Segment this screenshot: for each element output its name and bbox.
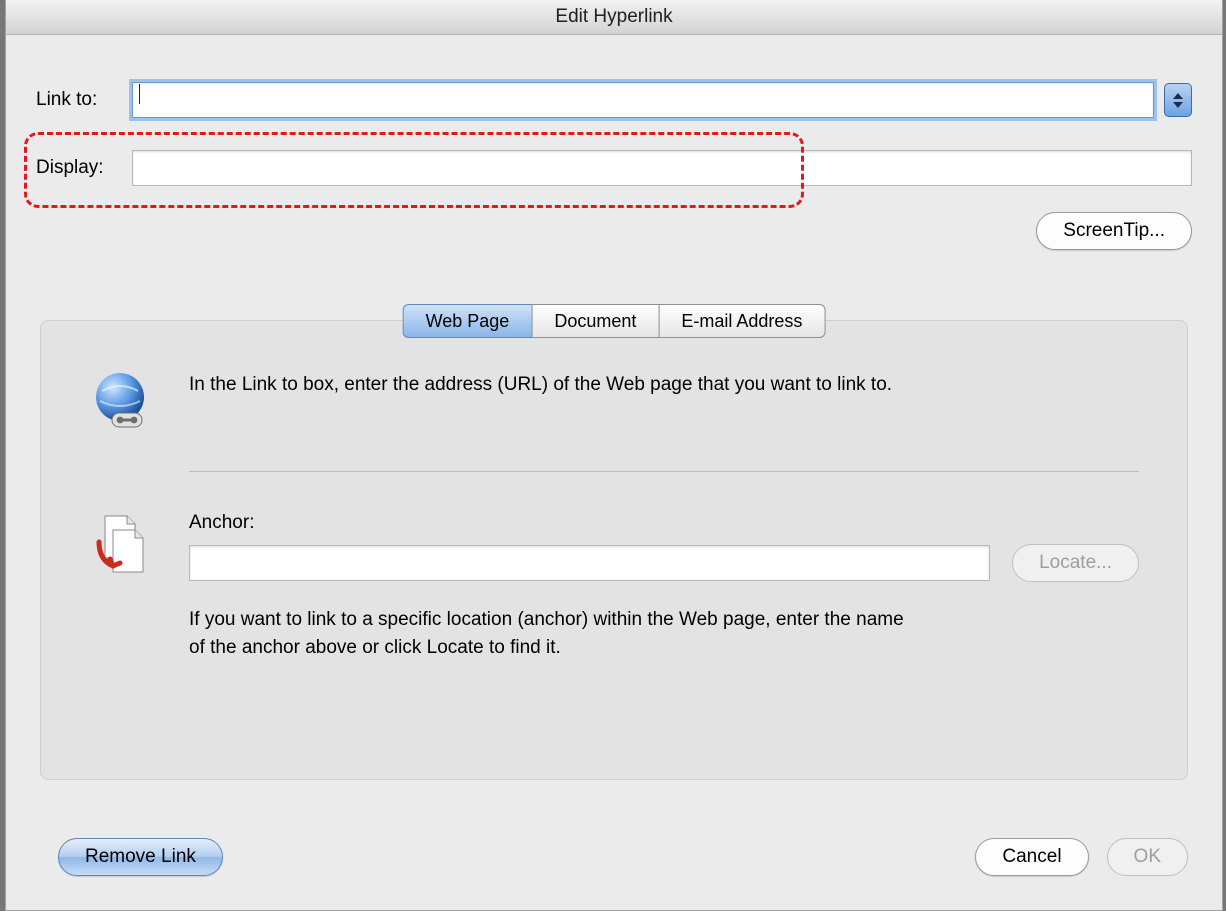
dialog-footer: Remove Link Cancel OK [40, 838, 1188, 876]
panel-divider [189, 471, 1139, 472]
dialog-title: Edit Hyperlink [6, 0, 1222, 35]
locate-button[interactable]: Locate... [1012, 544, 1139, 582]
anchor-pages-icon [89, 512, 153, 576]
tab-document[interactable]: Document [531, 304, 658, 338]
ok-button[interactable]: OK [1107, 838, 1188, 876]
chevron-up-icon [1173, 93, 1183, 99]
url-help-section: In the Link to box, enter the address (U… [89, 371, 1139, 431]
text-caret [139, 84, 140, 104]
link-to-combo-stepper[interactable] [1164, 83, 1192, 117]
cancel-button[interactable]: Cancel [975, 838, 1088, 876]
anchor-help-text: If you want to link to a specific locati… [189, 606, 909, 661]
web-page-panel: In the Link to box, enter the address (U… [40, 320, 1188, 780]
tab-web-page[interactable]: Web Page [403, 304, 532, 338]
screentip-wrap: ScreenTip... [1036, 212, 1192, 250]
remove-link-button[interactable]: Remove Link [58, 838, 223, 876]
anchor-section: Anchor: Locate... If you want to link to… [89, 512, 1139, 661]
chevron-down-icon [1173, 102, 1183, 108]
link-to-row: Link to: [36, 82, 1192, 118]
anchor-label: Anchor: [189, 512, 1139, 534]
tab-email-address[interactable]: E-mail Address [658, 304, 825, 338]
screentip-button[interactable]: ScreenTip... [1036, 212, 1192, 250]
hyperlink-type-tabs: Web Page Document E-mail Address [403, 304, 826, 338]
display-input[interactable] [132, 150, 1192, 186]
globe-link-icon [89, 371, 153, 431]
link-to-label: Link to: [36, 89, 132, 111]
display-label: Display: [36, 157, 132, 179]
anchor-input[interactable] [189, 545, 990, 581]
url-help-text: In the Link to box, enter the address (U… [189, 371, 909, 399]
edit-hyperlink-dialog: Edit Hyperlink Link to: Display: ScreenT… [5, 0, 1223, 911]
display-row: Display: [36, 150, 1192, 186]
link-to-input[interactable] [132, 82, 1154, 118]
